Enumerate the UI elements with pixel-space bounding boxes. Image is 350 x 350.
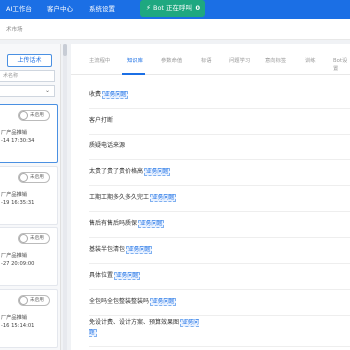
- script-card-time: -14 17:30:34: [1, 138, 35, 144]
- bot-calling-count: 0: [195, 4, 200, 12]
- nav-system-settings[interactable]: 系统设置: [89, 0, 115, 19]
- bolt-icon: ⚡: [146, 4, 151, 12]
- toggle-label: 未启用: [30, 113, 44, 118]
- bot-calling-label: Bot 正在呼叫: [153, 4, 193, 12]
- qa-question: 收费: [89, 91, 102, 98]
- left-scrollbar[interactable]: [63, 44, 67, 350]
- qa-row[interactable]: 客户打断: [89, 109, 350, 135]
- toggle-label: 未启用: [30, 298, 44, 303]
- script-card-time: -19 16:35:31: [1, 200, 35, 206]
- toggle-knob: [19, 111, 28, 120]
- qa-tag: 业务问题: [102, 91, 129, 99]
- toggle-label: 未启用: [30, 175, 44, 180]
- toggle-knob: [19, 234, 28, 243]
- script-filter-select[interactable]: ⌄: [0, 85, 55, 97]
- qa-tag: 业务问题: [126, 246, 153, 254]
- toggle-knob: [19, 296, 28, 305]
- tab-bot-settings[interactable]: Bot设置: [333, 56, 350, 72]
- bot-calling-button[interactable]: ⚡ Bot 正在呼叫 0: [140, 0, 205, 17]
- qa-question: 质疑电话来源: [89, 142, 126, 149]
- qa-question: 全包吗全包整装整装吗: [89, 298, 150, 305]
- script-name-search-input[interactable]: 术名称: [0, 70, 55, 82]
- qa-row[interactable]: 工期工期多久多久完工 业务问题: [89, 186, 350, 212]
- enable-toggle[interactable]: 未启用: [18, 172, 50, 183]
- qa-tag: 业务问题: [150, 298, 177, 306]
- tab-training[interactable]: 训练: [305, 56, 316, 64]
- active-tab-indicator: [122, 73, 145, 75]
- script-card[interactable]: 未启用 厂产品推销 -16 15:14:01: [0, 289, 58, 348]
- script-card[interactable]: 未启用 厂产品推销 -27 20:09:00: [0, 227, 58, 286]
- qa-row[interactable]: 收费 业务问题: [89, 83, 350, 109]
- script-card-time: -27 20:09:00: [1, 261, 35, 267]
- scrollbar-thumb[interactable]: [63, 44, 67, 56]
- nav-customer-center[interactable]: 客户中心: [47, 0, 73, 19]
- qa-row[interactable]: 太贵了贵了贵价格高 业务问题: [89, 160, 350, 186]
- qa-question: 工期工期多久多久完工: [89, 194, 150, 201]
- qa-question: 具体位置: [89, 272, 114, 279]
- qa-tag: 业务问题: [144, 168, 171, 176]
- search-placeholder: 术名称: [3, 73, 19, 79]
- tab-question-learning[interactable]: 问题学习: [229, 56, 250, 64]
- tab-bar: 主流程中 知识库 参数命值 标语 问题学习 意向标签 训练 Bot设置: [71, 44, 350, 75]
- nav-ai-workbench[interactable]: AI工作台: [6, 0, 32, 19]
- toggle-knob: [19, 173, 28, 182]
- script-card-text: 厂产品推销: [1, 315, 27, 321]
- script-card[interactable]: 未启用 厂产品推销 -19 16:35:31: [0, 166, 58, 225]
- qa-question: 客户打断: [89, 117, 114, 124]
- qa-question: 太贵了贵了贵价格高: [89, 168, 144, 175]
- breadcrumb-bar: 术市场: [0, 19, 350, 40]
- top-navbar: AI工作台 客户中心 系统设置 ⚡ Bot 正在呼叫 0: [0, 0, 350, 19]
- script-card-text: 厂产品推销: [1, 192, 27, 198]
- knowledge-base-panel: 主流程中 知识库 参数命值 标语 问题学习 意向标签 训练 Bot设置 收费 业务…: [71, 44, 350, 350]
- tab-params[interactable]: 参数命值: [161, 56, 182, 64]
- tab-knowledge-base[interactable]: 知识库: [127, 56, 143, 64]
- enable-toggle[interactable]: 未启用: [18, 295, 50, 306]
- qa-question: 售后有售后吗质保: [89, 220, 138, 227]
- qa-row[interactable]: 售后有售后吗质保 业务问题: [89, 212, 350, 238]
- tab-slogans[interactable]: 标语: [201, 56, 212, 64]
- qa-row[interactable]: 具体位置 业务问题: [89, 264, 350, 290]
- breadcrumb[interactable]: 术市场: [6, 25, 23, 33]
- qa-row[interactable]: 免设计费、设计方案、预算效果图 业务问题: [89, 316, 350, 347]
- qa-tag: 业务问题: [150, 194, 177, 202]
- script-list-panel: 上传话术 术名称 ⌄ 未启用 厂产品推销 -14 17:30:34 未启用 厂产…: [0, 44, 61, 350]
- qa-tag: 业务问题: [114, 272, 141, 280]
- script-card-text: 厂产品推销: [1, 130, 27, 136]
- qa-question: 基装半包清包: [89, 246, 126, 253]
- qa-row[interactable]: 全包吗全包整装整装吗 业务问题: [89, 290, 350, 316]
- script-card[interactable]: 未启用 厂产品推销 -14 17:30:34: [0, 104, 58, 163]
- toggle-label: 未启用: [30, 236, 44, 241]
- tab-main-flow[interactable]: 主流程中: [89, 56, 110, 64]
- chevron-down-icon: ⌄: [44, 87, 50, 94]
- enable-toggle[interactable]: 未启用: [18, 110, 50, 121]
- qa-row[interactable]: 质疑电话来源: [89, 134, 350, 160]
- upload-script-button[interactable]: 上传话术: [7, 54, 52, 67]
- tab-intent-tags[interactable]: 意向标签: [265, 56, 286, 64]
- qa-tag: 业务问题: [138, 220, 165, 228]
- script-card-time: -16 15:14:01: [1, 323, 35, 329]
- qa-row[interactable]: 基装半包清包 业务问题: [89, 238, 350, 264]
- qa-question: 免设计费、设计方案、预算效果图: [89, 319, 180, 326]
- script-card-text: 厂产品推销: [1, 253, 27, 259]
- enable-toggle[interactable]: 未启用: [18, 233, 50, 244]
